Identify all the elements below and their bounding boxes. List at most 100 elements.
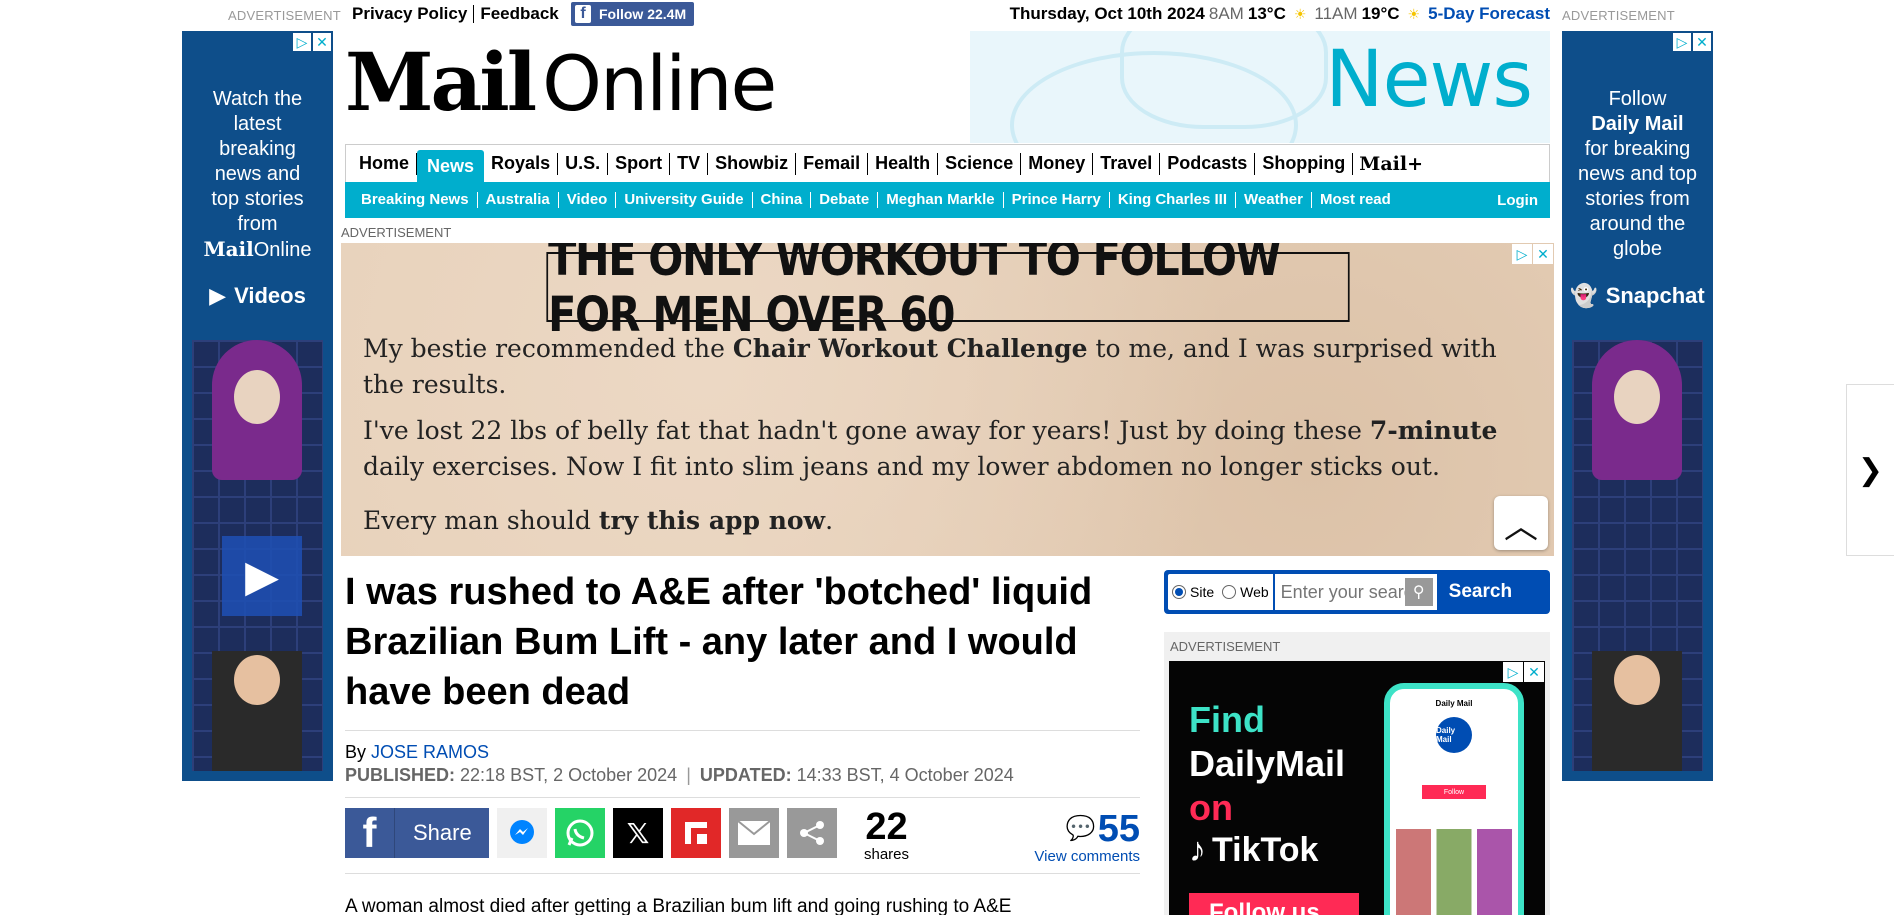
ad-brand: MailOnline [203,237,312,261]
phone-logo: Daily Mail [1436,717,1472,753]
whatsapp-share-button[interactable] [555,808,605,858]
subnav-item[interactable]: University Guide [616,192,753,208]
messenger-share-button[interactable] [497,808,547,858]
nav-item-shopping[interactable]: Shopping [1255,152,1354,175]
divider [473,5,475,23]
close-icon[interactable]: ✕ [1524,662,1544,682]
search-icon[interactable]: ⚲ [1404,578,1433,606]
ad-label: ADVERTISEMENT [341,225,452,240]
close-icon[interactable]: ✕ [313,33,331,51]
phone-follow: Follow [1422,785,1486,799]
ad-choices[interactable]: ▷ ✕ [1512,244,1553,264]
sub-nav: Breaking News Australia Video University… [345,182,1550,218]
facebook-share-button[interactable]: f Share [345,808,489,858]
feedback-link[interactable]: Feedback [480,4,558,24]
more-share-button[interactable] [787,808,837,858]
nav-item-royals[interactable]: Royals [484,152,559,175]
nav-item-health[interactable]: Health [868,152,939,175]
divider: | [686,765,691,785]
tiktok-ad[interactable]: ▷ ✕ Find DailyMail on ♪ TikTok Follow us… [1169,661,1545,915]
nav-item-tv[interactable]: TV [670,152,709,175]
web-radio[interactable] [1222,585,1237,599]
weather-time-1: 8AM [1208,4,1244,23]
subnav-item[interactable]: Meghan Markle [878,192,1004,208]
current-date: Thursday, Oct 10th 2024 [1009,4,1205,23]
privacy-policy-link[interactable]: Privacy Policy [352,4,467,24]
subnav-item[interactable]: Most read [1312,192,1399,208]
ad-choices[interactable]: ▷ ✕ [1673,33,1711,51]
ad-paragraph: I've lost 22 lbs of belly fat that hadn'… [363,416,1498,481]
cta-label: Videos [234,283,306,308]
ad-photo [212,340,302,480]
subnav-item[interactable]: Video [559,192,617,208]
top-links: Privacy Policy Feedback [352,4,559,24]
subnav-item[interactable]: Australia [478,192,559,208]
search-scope: Site Web [1168,574,1273,610]
shares-number: 22 [865,806,908,848]
play-icon: ▶ [209,283,227,308]
ad-choices[interactable]: ▷ ✕ [293,33,331,51]
ad-choices-icon[interactable]: ▷ [1673,33,1691,51]
x-share-button[interactable]: 𝕏 [613,808,663,858]
facebook-follow-button[interactable]: f Follow 22.4M [571,2,695,26]
subnav-item[interactable]: Weather [1236,192,1312,208]
ad-choices-icon[interactable]: ▷ [1503,662,1523,682]
nav-item-news[interactable]: News [417,150,485,182]
mail-icon [737,820,771,845]
ad-choices-icon[interactable]: ▷ [293,33,311,51]
forecast-link[interactable]: 5-Day Forecast [1428,4,1550,24]
site-radio-label: Site [1190,584,1215,600]
ad-copy-line: Watch the [212,88,303,110]
chevron-up-icon[interactable]: ︿ [1494,496,1548,550]
masthead: Mail Online News [345,31,1550,143]
nav-item-femail[interactable]: Femail [796,152,869,175]
subnav-item[interactable]: Debate [811,192,879,208]
nav-item-sport[interactable]: Sport [608,152,671,175]
video-play-icon[interactable]: ▶ [222,536,302,616]
login-link[interactable]: Login [1497,192,1538,209]
close-icon[interactable]: ✕ [1693,33,1711,51]
ad-copy-line: news and top [1578,163,1697,185]
follow-us-button[interactable]: Follow us [1189,893,1359,915]
comments-number: 55 [1097,808,1140,850]
messenger-icon [510,820,534,844]
leaderboard-ad[interactable]: ▷ ✕ THE ONLY WORKOUT TO FOLLOW FOR MEN O… [341,243,1554,556]
snapchat-cta[interactable]: 👻 Snapchat [1562,283,1713,309]
author-link[interactable]: JOSE RAMOS [371,742,489,762]
close-icon[interactable]: ✕ [1533,244,1553,264]
email-share-button[interactable] [729,808,779,858]
nav-item-home[interactable]: Home [352,152,418,175]
ad-brand: Daily Mail [1591,113,1684,135]
shares-count: 22 shares [864,808,909,863]
ad-copy-line: news and [214,163,301,185]
subnav-item[interactable]: King Charles III [1110,192,1237,208]
subnav-item[interactable]: Prince Harry [1004,192,1110,208]
flipboard-icon [685,822,707,844]
nav-item-mailplus[interactable]: Mail+ [1353,153,1429,175]
nav-item-money[interactable]: Money [1021,152,1094,175]
left-skyscraper-ad[interactable]: ▷ ✕ Watch the latest breaking news and t… [182,31,333,781]
search-box: Site Web ⚲ Search [1164,570,1550,614]
subnav-item[interactable]: China [753,192,812,208]
nav-item-us[interactable]: U.S. [558,152,609,175]
videos-cta[interactable]: ▶ Videos [182,283,333,309]
weather-temp-1: 13°C [1247,4,1286,23]
search-button[interactable]: Search [1449,581,1512,603]
right-skyscraper-ad[interactable]: ▷ ✕ Follow Daily Mail for breaking news … [1562,31,1713,781]
ad-choices-icon[interactable]: ▷ [1512,244,1532,264]
comments-link[interactable]: 💬 55 View comments [1034,810,1140,865]
site-logo[interactable]: Mail Online [345,35,777,129]
ad-choices[interactable]: ▷ ✕ [1503,662,1544,682]
nav-item-podcasts[interactable]: Podcasts [1160,152,1256,175]
ad-copy-line: for breaking [1584,138,1691,160]
subnav-item[interactable]: Breaking News [353,192,478,208]
nav-item-showbiz[interactable]: Showbiz [708,152,797,175]
site-radio[interactable] [1172,585,1186,599]
chevron-right-icon[interactable]: ❯ [1846,384,1894,556]
nav-item-science[interactable]: Science [938,152,1022,175]
nav-item-travel[interactable]: Travel [1093,152,1161,175]
view-comments-label: View comments [1034,848,1140,865]
article-headline: I was rushed to A&E after 'botched' liqu… [345,571,1093,713]
top-utility-bar: ADVERTISEMENT Privacy Policy Feedback f … [0,0,1894,30]
flipboard-share-button[interactable] [671,808,721,858]
